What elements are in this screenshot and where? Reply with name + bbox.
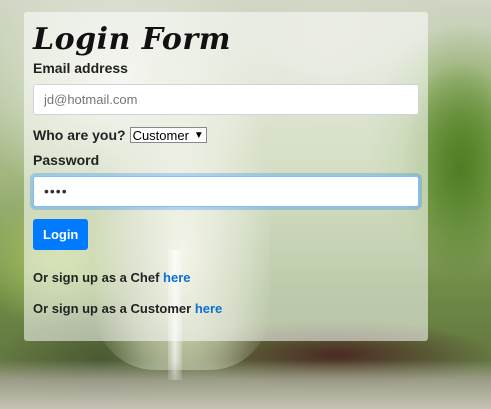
role-select-value: Customer (132, 127, 189, 143)
chevron-down-icon: ▼ (193, 129, 204, 141)
signup-chef-link[interactable]: here (163, 270, 190, 285)
signup-customer-text: Or sign up as a Customer (33, 301, 192, 316)
role-row: Who are you? Customer ▼ (33, 127, 419, 143)
form-title: Login Form (33, 22, 231, 57)
signup-chef-text: Or sign up as a Chef (33, 270, 160, 285)
login-panel: Login Form Email address Who are you? Cu… (24, 12, 428, 341)
password-input[interactable]: •••• (33, 176, 419, 207)
email-label: Email address (33, 60, 128, 76)
login-button[interactable]: Login (33, 219, 89, 250)
password-label: Password (33, 152, 100, 168)
role-select[interactable]: Customer ▼ (129, 127, 207, 143)
signup-customer-link[interactable]: here (195, 301, 222, 316)
signup-chef: Or sign up as a Chef here (33, 270, 419, 285)
email-input[interactable] (33, 84, 419, 115)
role-label: Who are you? (33, 127, 126, 143)
password-value: •••• (44, 183, 68, 199)
background-table (0, 360, 491, 409)
signup-customer: Or sign up as a Customer here (33, 301, 419, 316)
